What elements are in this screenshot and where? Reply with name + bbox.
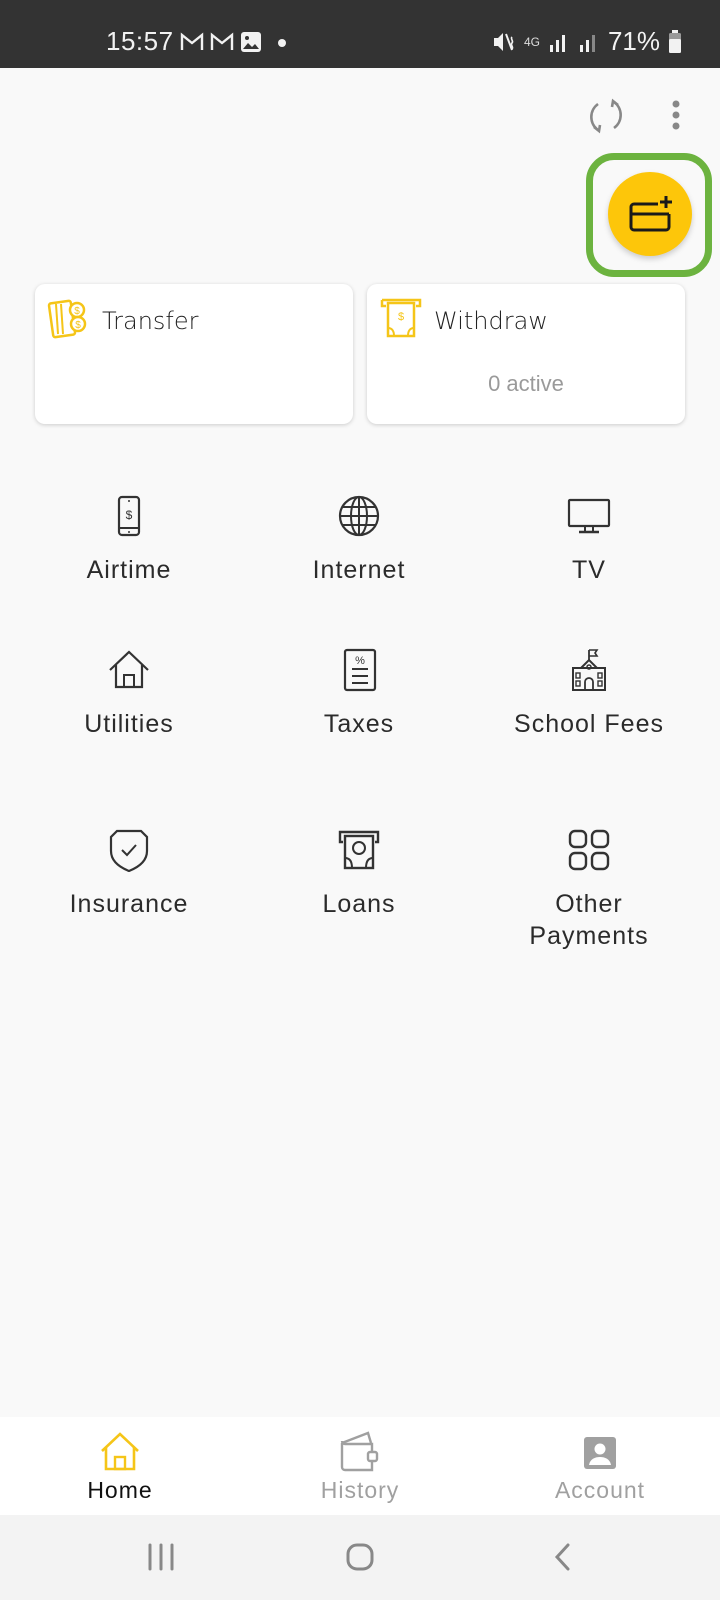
withdraw-card[interactable]: $ Withdraw 0 active: [367, 284, 685, 424]
home-button-icon[interactable]: [344, 1541, 376, 1573]
nav-home-label: Home: [87, 1477, 153, 1503]
cash-dispense-icon: [338, 830, 380, 870]
svg-text:$: $: [75, 320, 81, 331]
bottom-nav: Home History Account: [0, 1417, 720, 1515]
service-insurance[interactable]: Insurance: [14, 828, 244, 920]
svg-text:$: $: [126, 508, 133, 522]
refresh-icon[interactable]: [584, 94, 628, 138]
network-type: 4G: [523, 34, 540, 49]
add-card-icon: [629, 196, 672, 232]
mute-vibrate-icon: [493, 32, 514, 51]
svg-text:%: %: [355, 655, 365, 667]
service-utilities[interactable]: Utilities: [14, 648, 244, 740]
house-icon: [109, 650, 149, 689]
status-right: 4G 71%: [492, 26, 682, 57]
dot-icon: [278, 39, 286, 47]
image-icon: [241, 32, 261, 52]
school-icon: [572, 649, 606, 691]
service-label: Insurance: [69, 890, 189, 918]
service-taxes[interactable]: % Taxes: [244, 648, 474, 740]
notification-icons: [180, 31, 288, 53]
transfer-card-title: Transfer: [102, 307, 199, 335]
grid-icon: [568, 829, 610, 871]
nav-history[interactable]: History: [240, 1417, 480, 1515]
status-bar: 15:57 4G 71%: [0, 0, 720, 68]
account-icon: [584, 1437, 616, 1469]
service-label: School Fees: [514, 710, 664, 738]
transfer-card[interactable]: $ $ Transfer: [35, 284, 353, 424]
phone-dollar-icon: $: [117, 495, 141, 537]
back-icon[interactable]: [550, 1541, 574, 1573]
svg-text:$: $: [74, 306, 80, 317]
nav-history-label: History: [320, 1477, 400, 1503]
money-transfer-icon: $ $: [47, 299, 87, 339]
withdraw-active-count: 0 active: [488, 371, 564, 396]
status-time: 15:57: [106, 26, 174, 56]
svg-text:$: $: [398, 311, 404, 323]
add-card-button[interactable]: [608, 172, 692, 256]
system-nav-bar: [0, 1515, 720, 1600]
service-label: Other Payments: [529, 890, 649, 950]
withdraw-card-title: Withdraw: [434, 307, 548, 335]
service-label: Airtime: [86, 556, 172, 584]
gmail-icon: [180, 32, 204, 50]
shield-check-icon: [109, 829, 149, 872]
gmail-icon: [210, 32, 234, 50]
nav-account-label: Account: [554, 1477, 646, 1503]
service-loans[interactable]: Loans: [244, 828, 474, 920]
service-label: Utilities: [84, 710, 174, 738]
home-icon: [101, 1432, 139, 1471]
signal-icon: [549, 34, 565, 52]
globe-icon: [338, 495, 380, 537]
nav-account[interactable]: Account: [480, 1417, 720, 1515]
service-tv[interactable]: TV: [474, 494, 704, 586]
service-label: Loans: [322, 890, 396, 918]
tax-document-icon: %: [343, 648, 377, 692]
battery-icon: [669, 29, 681, 53]
service-other-payments[interactable]: Other Payments: [474, 828, 704, 952]
service-internet[interactable]: Internet: [244, 494, 474, 586]
recent-apps-icon[interactable]: [146, 1541, 176, 1573]
service-school-fees[interactable]: School Fees: [474, 648, 704, 740]
nav-home[interactable]: Home: [0, 1417, 240, 1515]
service-label: Taxes: [323, 710, 395, 738]
monitor-icon: [567, 498, 611, 534]
wallet-icon: [340, 1431, 379, 1472]
more-vertical-icon[interactable]: [668, 98, 684, 134]
atm-withdraw-icon: $: [380, 298, 422, 338]
service-airtime[interactable]: $ Airtime: [14, 494, 244, 586]
battery-percent: 71%: [607, 26, 660, 56]
service-label: Internet: [312, 556, 406, 584]
service-label: TV: [572, 556, 606, 584]
signal-icon: [579, 34, 595, 52]
